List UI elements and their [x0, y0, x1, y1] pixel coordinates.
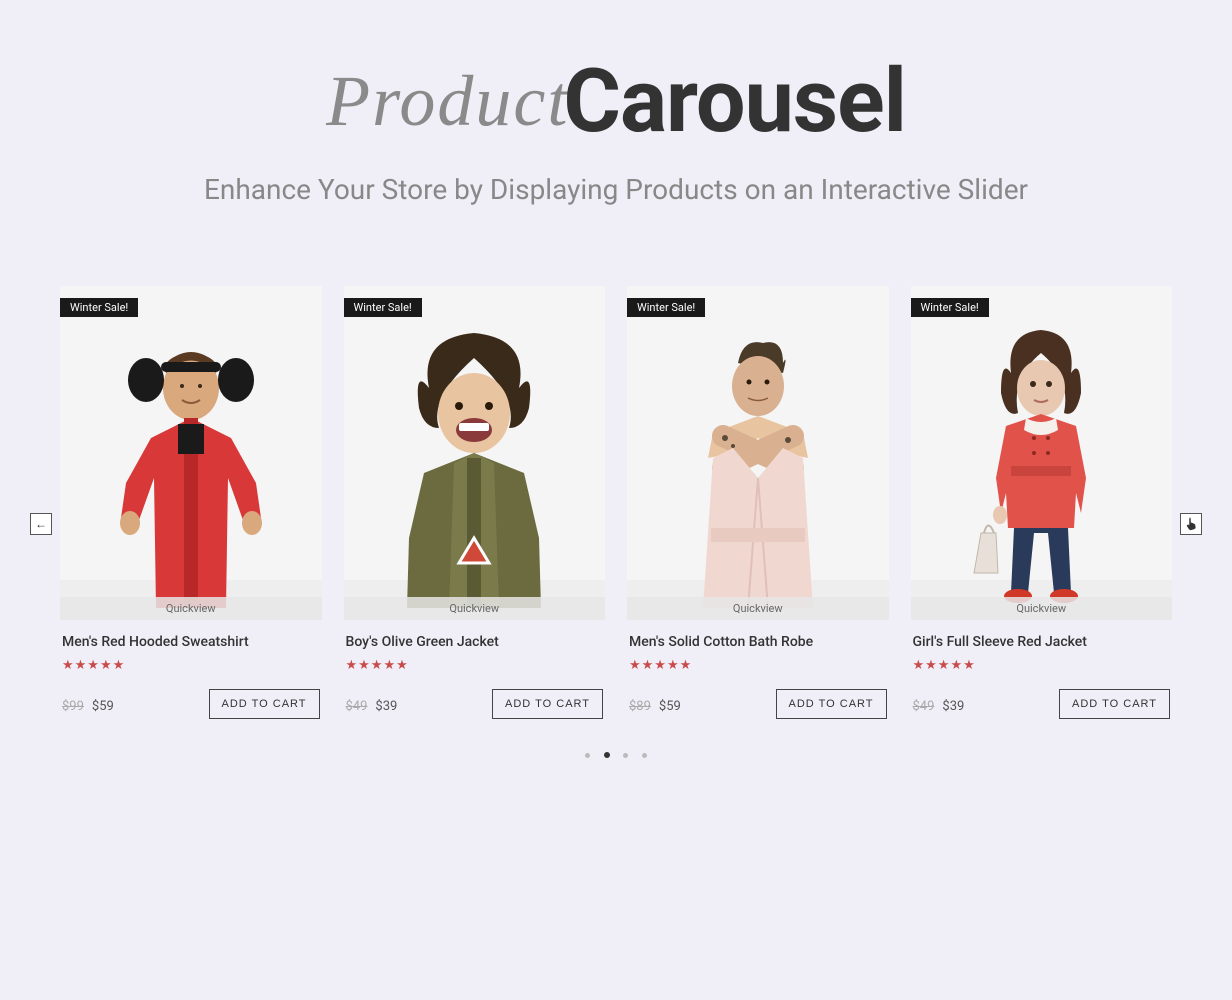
product-card: Winter Sale! — [911, 286, 1173, 719]
price-new: $39 — [942, 699, 964, 714]
sale-badge: Winter Sale! — [911, 298, 989, 317]
rating-stars: ★★★★★ — [629, 658, 887, 673]
product-figure — [76, 318, 306, 608]
price-new: $59 — [92, 699, 114, 714]
carousel-dot[interactable] — [623, 753, 628, 758]
price-old: $49 — [913, 699, 935, 714]
page-heading: Product Carousel — [60, 50, 1172, 153]
hand-pointer-icon — [1185, 517, 1197, 531]
price-old: $49 — [346, 699, 368, 714]
price-new: $59 — [659, 699, 681, 714]
product-image[interactable]: Winter Sale! — [627, 286, 889, 620]
price-old: $89 — [629, 699, 651, 714]
carousel-next-button[interactable] — [1180, 513, 1202, 535]
product-card: Winter Sale! Quickview — [344, 286, 606, 719]
quickview-button[interactable]: Quickview — [627, 597, 889, 620]
add-to-cart-button[interactable]: ADD TO CART — [209, 689, 320, 719]
carousel-dot[interactable] — [585, 753, 590, 758]
carousel-prev-button[interactable]: ← — [30, 513, 52, 535]
quickview-button[interactable]: Quickview — [911, 597, 1173, 620]
rating-stars: ★★★★★ — [913, 658, 1171, 673]
product-title[interactable]: Men's Red Hooded Sweatshirt — [62, 634, 320, 650]
product-image[interactable]: Winter Sale! — [911, 286, 1173, 620]
page-subtitle: Enhance Your Store by Displaying Product… — [60, 173, 1172, 206]
carousel-dot[interactable] — [642, 753, 647, 758]
add-to-cart-button[interactable]: ADD TO CART — [1059, 689, 1170, 719]
price-old: $99 — [62, 699, 84, 714]
price: $89 $59 — [629, 695, 681, 714]
add-to-cart-button[interactable]: ADD TO CART — [492, 689, 603, 719]
arrow-left-icon: ← — [35, 517, 47, 531]
price: $99 $59 — [62, 695, 114, 714]
product-image[interactable]: Winter Sale! — [60, 286, 322, 620]
product-figure — [359, 318, 589, 608]
sale-badge: Winter Sale! — [344, 298, 422, 317]
rating-stars: ★★★★★ — [62, 658, 320, 673]
carousel-dots — [60, 743, 1172, 762]
product-title[interactable]: Boy's Olive Green Jacket — [346, 634, 604, 650]
quickview-button[interactable]: Quickview — [344, 597, 606, 620]
heading-bold: Carousel — [563, 50, 906, 153]
carousel-dot[interactable] — [604, 752, 610, 758]
product-card: Winter Sale! — [627, 286, 889, 719]
price-new: $39 — [375, 699, 397, 714]
product-figure — [643, 318, 873, 608]
add-to-cart-button[interactable]: ADD TO CART — [776, 689, 887, 719]
product-carousel: ← Winter Sale! — [60, 286, 1172, 762]
product-figure — [926, 318, 1156, 608]
product-title[interactable]: Men's Solid Cotton Bath Robe — [629, 634, 887, 650]
product-title[interactable]: Girl's Full Sleeve Red Jacket — [913, 634, 1171, 650]
heading-script: Product — [326, 60, 569, 143]
quickview-button[interactable]: Quickview — [60, 597, 322, 620]
product-card: Winter Sale! — [60, 286, 322, 719]
price: $49 $39 — [346, 695, 398, 714]
product-image[interactable]: Winter Sale! Quickview — [344, 286, 606, 620]
rating-stars: ★★★★★ — [346, 658, 604, 673]
price: $49 $39 — [913, 695, 965, 714]
sale-badge: Winter Sale! — [627, 298, 705, 317]
sale-badge: Winter Sale! — [60, 298, 138, 317]
